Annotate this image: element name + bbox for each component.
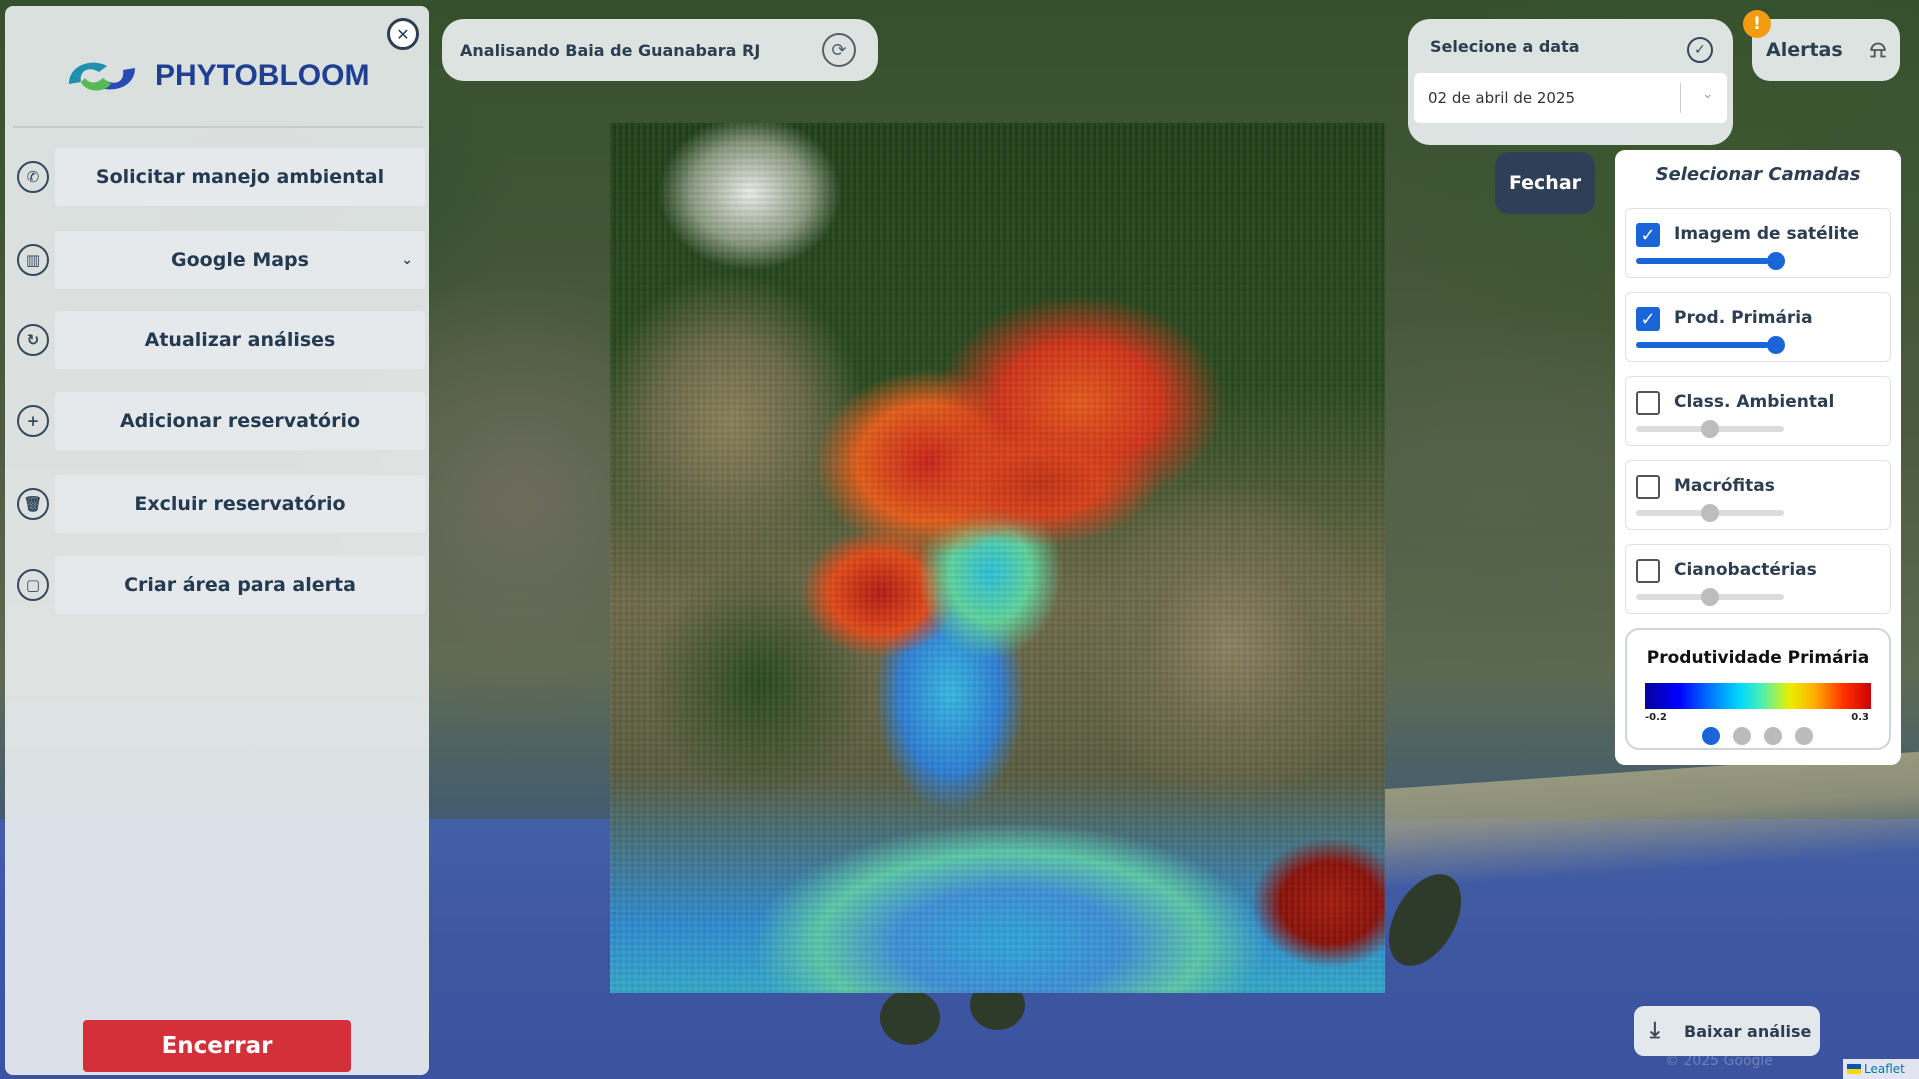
map-icon: ▥ [17,244,49,276]
legend-max: 0.3 [1851,712,1869,723]
date-picker: Selecione a data ✓ 02 de abril de 2025 ⌄ [1408,19,1733,145]
sidebar: ✕ PHYTOBLOOM ✆ Solicitar manejo ambienta… [5,6,429,1075]
menu-adicionar-reservatorio[interactable]: + Adicionar reservatório [17,392,425,450]
layers-title: Selecionar Camadas [1655,164,1861,185]
opacity-slider[interactable] [1636,420,1784,438]
page-dot[interactable] [1795,727,1813,745]
opacity-slider[interactable] [1636,336,1785,354]
leaflet-attribution[interactable]: Leaflet [1843,1059,1919,1079]
download-label: Baixar análise [1684,1021,1812,1041]
slider-handle[interactable] [1767,336,1785,354]
download-button[interactable]: ⤓ Baixar análise [1634,1006,1820,1056]
page-dot[interactable] [1764,727,1782,745]
layer-checkbox[interactable] [1636,475,1660,499]
menu-label: Solicitar manejo ambiental [95,166,385,188]
page-dot[interactable] [1702,727,1720,745]
layer-label: Macrófitas [1674,476,1775,496]
layer-checkbox[interactable]: ✓ [1636,223,1660,247]
menu-atualizar-analises[interactable]: ↻ Atualizar análises [17,311,425,369]
alarm-icon: ⍾ [1870,35,1886,63]
analysis-raster-overlay [610,123,1385,993]
slider-handle[interactable] [1701,504,1719,522]
color-legend: Produtividade Primária -0.2 0.3 [1625,628,1891,750]
layer-label: Cianobactérias [1674,560,1817,580]
layers-panel: Selecionar Camadas ✓ Imagem de satélite … [1615,150,1901,765]
fechar-button[interactable]: Fechar [1495,152,1595,214]
legend-min: -0.2 [1645,712,1667,723]
trash-icon: 🗑 [17,488,49,520]
layer-checkbox[interactable] [1636,559,1660,583]
check-icon[interactable]: ✓ [1687,37,1713,63]
plus-icon: + [17,405,49,437]
refresh-icon: ↻ [17,324,49,356]
alert-badge: ! [1743,10,1771,38]
phone-icon: ✆ [17,161,49,193]
layer-label: Prod. Primária [1674,308,1813,328]
menu-label: Atualizar análises [144,329,336,351]
legend-pagination [1702,727,1813,745]
menu-solicitar-manejo[interactable]: ✆ Solicitar manejo ambiental [17,148,425,206]
slider-handle[interactable] [1767,252,1785,270]
island [880,990,940,1045]
layer-cianobacterias: Cianobactérias [1625,544,1891,614]
slider-handle[interactable] [1701,588,1719,606]
slider-fill [1636,258,1770,264]
attribution-label: Leaflet [1864,1062,1905,1076]
download-icon: ⤓ [1650,1018,1660,1043]
divider [1680,83,1681,113]
sync-icon[interactable]: ⟳ [822,33,856,67]
slider-handle[interactable] [1701,420,1719,438]
area-icon: ▢ [17,569,49,601]
layer-label: Imagem de satélite [1674,224,1860,244]
date-select[interactable]: 02 de abril de 2025 ⌄ [1414,73,1727,123]
date-value: 02 de abril de 2025 [1428,89,1576,107]
layer-checkbox[interactable] [1636,391,1660,415]
page-dot[interactable] [1733,727,1751,745]
menu-criar-area-alerta[interactable]: ▢ Criar área para alerta [17,556,425,614]
menu-label: Google Maps [171,249,309,271]
date-label: Selecione a data [1430,37,1580,56]
layer-imagem-satelite: ✓ Imagem de satélite [1625,208,1891,278]
chevron-down-icon[interactable]: ⌄ [401,252,413,268]
layer-label: Class. Ambiental [1674,392,1835,412]
opacity-slider[interactable] [1636,504,1784,522]
app-name: PHYTOBLOOM [155,59,370,92]
logo-icon [69,62,135,91]
close-icon[interactable]: ✕ [387,18,419,50]
menu-excluir-reservatorio[interactable]: 🗑 Excluir reservatório [17,475,425,533]
encerrar-button[interactable]: Encerrar [83,1020,351,1072]
layer-class-ambiental: Class. Ambiental [1625,376,1891,446]
legend-title: Produtividade Primária [1646,648,1870,668]
flag-icon [1847,1064,1861,1074]
alerts-label: Alertas [1766,39,1843,61]
alerts-button[interactable]: Alertas ⍾ [1752,19,1900,81]
layer-checkbox[interactable]: ✓ [1636,307,1660,331]
slider-fill [1636,342,1770,348]
chevron-down-icon: ⌄ [1702,87,1713,102]
opacity-slider[interactable] [1636,252,1785,270]
analyzing-text: Analisando Baia de Guanabara RJ [460,40,761,60]
analyzing-status: Analisando Baia de Guanabara RJ ⟳ [442,19,878,81]
menu-label: Excluir reservatório [134,493,346,515]
divider [13,126,423,128]
menu-label: Adicionar reservatório [119,410,361,432]
menu-google-maps[interactable]: ▥ Google Maps ⌄ [17,231,425,289]
legend-colorbar [1645,683,1871,709]
menu-label: Criar área para alerta [124,574,356,596]
app-logo: PHYTOBLOOM [63,54,369,98]
layer-prod-primaria: ✓ Prod. Primária [1625,292,1891,362]
layer-macrofitas: Macrófitas [1625,460,1891,530]
opacity-slider[interactable] [1636,588,1784,606]
